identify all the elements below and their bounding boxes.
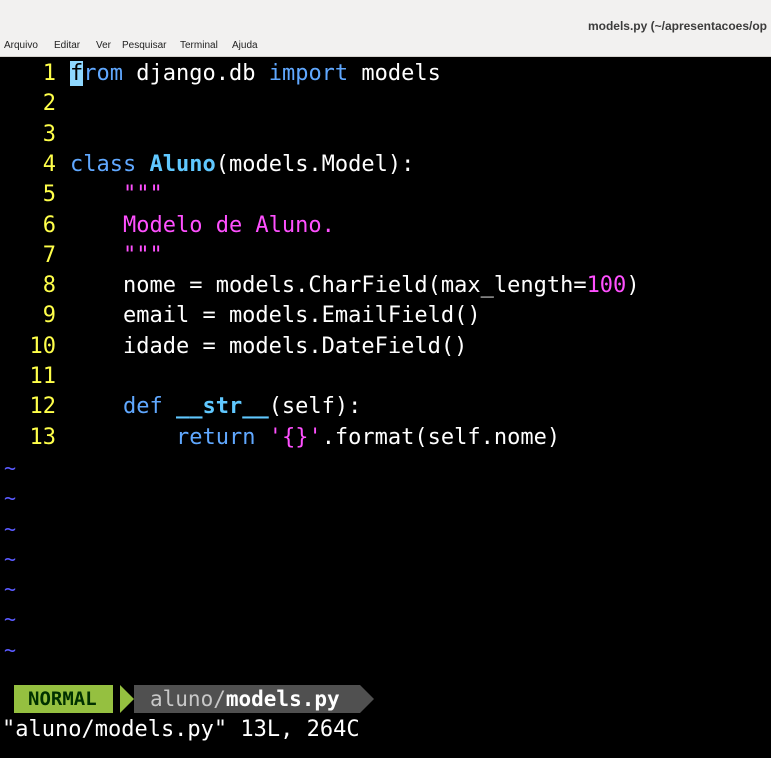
menu-ajuda[interactable]: Ajuda xyxy=(232,40,258,51)
file-segment: aluno/models.py xyxy=(134,685,360,713)
empty-line-tilde: ~ xyxy=(4,455,17,480)
line-number: 12 xyxy=(29,394,57,420)
code-token: return xyxy=(175,424,256,450)
menu-pesquisar[interactable]: Pesquisar xyxy=(122,40,166,51)
line-number: 5 xyxy=(42,182,56,208)
code-token: """ xyxy=(122,182,163,208)
code-text: Modelo de Aluno. xyxy=(70,211,335,241)
code-token: email = models.EmailField() xyxy=(70,303,481,329)
empty-line-tilde: ~ xyxy=(4,607,17,632)
code-text: class Aluno(models.Model): xyxy=(70,150,414,180)
line-number: 7 xyxy=(42,242,56,268)
code-token: """ xyxy=(122,242,163,268)
terminal-area[interactable]: 1 from django.db import models 2 3 4 class Al… xyxy=(0,57,771,758)
code-token: from xyxy=(70,61,123,86)
vim-statusline: NORMAL aluno/models.py xyxy=(0,684,771,715)
code-token: __str__ xyxy=(175,394,269,420)
code-token: 100 xyxy=(586,273,627,299)
code-token: models xyxy=(348,61,441,86)
code-text: """ xyxy=(70,180,163,210)
empty-line-tilde: ~ xyxy=(4,546,17,571)
window-titlebar: models.py (~/apresentacoes/op xyxy=(0,0,771,38)
code-token: def xyxy=(122,394,176,420)
code-token: (models.Model): xyxy=(215,151,415,177)
empty-line-tilde: ~ xyxy=(4,577,17,602)
line-number: 2 xyxy=(42,91,56,117)
powerline-separator-file xyxy=(360,685,374,713)
code-text: return '{}'.format(self.nome) xyxy=(70,423,560,453)
code-token: ) xyxy=(626,273,640,299)
line-number: 1 xyxy=(42,61,56,86)
command-line[interactable]: "aluno/models.py" 13L, 264C xyxy=(2,717,360,742)
code-token: import xyxy=(268,61,349,86)
menu-arquivo[interactable]: Arquivo xyxy=(4,40,38,51)
empty-line-tilde: ~ xyxy=(4,637,17,662)
code-token: Modelo de Aluno. xyxy=(122,212,335,238)
code-token: idade = models.DateField() xyxy=(70,333,468,359)
line-number: 6 xyxy=(42,212,56,238)
menu-ver[interactable]: Ver xyxy=(96,40,111,51)
menu-terminal[interactable]: Terminal xyxy=(180,40,218,51)
file-name: models.py xyxy=(225,687,340,711)
code-token: .format(self.nome) xyxy=(321,424,561,450)
code-text: email = models.EmailField() xyxy=(70,301,481,331)
empty-line-tilde: ~ xyxy=(4,486,17,511)
menu-bar: Arquivo Editar Ver Pesquisar Terminal Aj… xyxy=(0,38,771,57)
line-number: 3 xyxy=(42,121,56,147)
code-text: """ xyxy=(70,241,163,271)
code-token: Aluno xyxy=(149,151,216,177)
code-text: nome = models.CharField(max_length=100) xyxy=(70,271,640,301)
empty-line-tilde: ~ xyxy=(4,516,17,541)
code-token: django.db xyxy=(123,61,269,86)
code-token: '{}' xyxy=(268,424,322,450)
code-token: class xyxy=(70,151,150,177)
code-token: (self): xyxy=(268,394,362,420)
line-number: 9 xyxy=(42,303,56,329)
code-text: from django.db import models xyxy=(70,59,441,89)
powerline-separator xyxy=(120,685,134,713)
code-token: nome = models.CharField(max_length= xyxy=(70,273,587,299)
file-dir: aluno/ xyxy=(150,687,226,711)
line-number: 13 xyxy=(29,424,57,450)
code-text: idade = models.DateField() xyxy=(70,332,467,362)
line-number: 10 xyxy=(29,333,57,359)
line-number: 11 xyxy=(29,364,57,389)
text-cursor: f xyxy=(70,61,84,86)
line-number: 4 xyxy=(42,151,56,177)
mode-indicator: NORMAL xyxy=(14,685,113,713)
code-text: def __str__(self): xyxy=(70,392,361,422)
window-title: models.py (~/apresentacoes/op xyxy=(587,19,767,33)
menu-editar[interactable]: Editar xyxy=(54,40,80,51)
line-number: 8 xyxy=(42,273,56,299)
